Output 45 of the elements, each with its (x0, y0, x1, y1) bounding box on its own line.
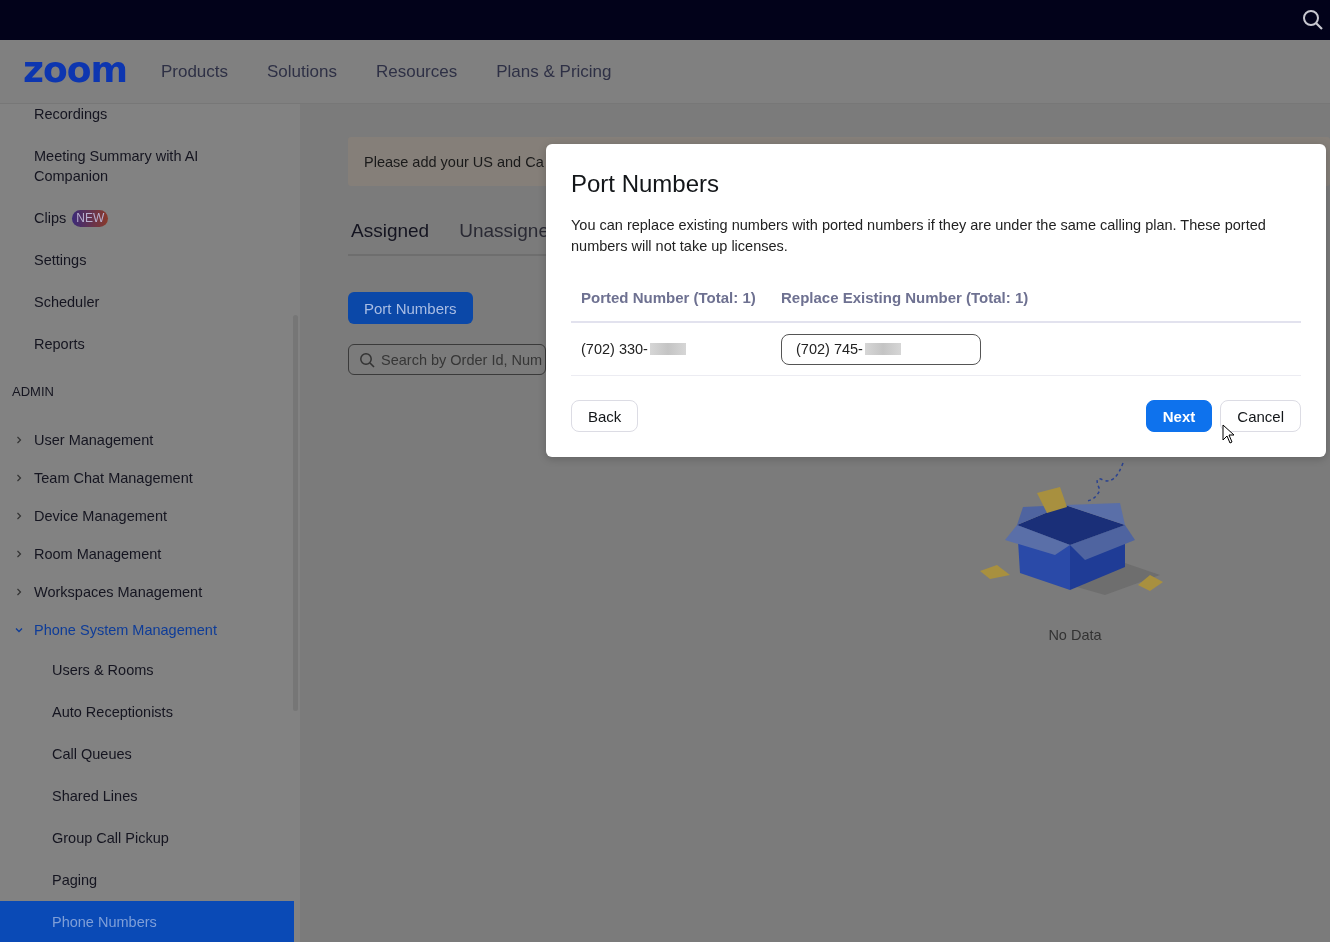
sidebar-group-label: Room Management (34, 545, 162, 564)
sidebar-item[interactable]: Settings (0, 239, 294, 281)
sidebar-item[interactable]: Auto Receptionists (0, 691, 294, 733)
sidebar-item[interactable]: Recordings (0, 104, 294, 135)
logo[interactable]: zoom (23, 51, 127, 88)
column-header: Replace Existing Number (Total: 1) (771, 277, 1301, 323)
new-badge: NEW (72, 209, 109, 227)
sidebar-group-label: Team Chat Management (34, 469, 193, 488)
sidebar-group[interactable]: Phone System Management (0, 611, 294, 649)
sidebar-item[interactable]: Shared Lines (0, 775, 294, 817)
sidebar-group-label: User Management (34, 431, 154, 450)
dialog-description: You can replace existing numbers with ported numbers if they are under the same calling plan. These ported numbers will not take up licenses. (571, 216, 1267, 256)
nav-link[interactable]: Products (160, 61, 229, 82)
sidebar-item[interactable]: Paging (0, 859, 294, 901)
sidebar-group[interactable]: Workspaces Management (0, 573, 294, 611)
sidebar-group[interactable]: Room Management (0, 535, 294, 573)
sidebar-group-label: Phone System Management (34, 621, 217, 640)
dialog-button[interactable]: Next (1145, 400, 1213, 432)
sidebar-item[interactable]: Phone Numbers (0, 901, 294, 942)
sidebar-group-label: Device Management (34, 507, 167, 526)
empty-message: No Data (1048, 627, 1102, 643)
sidebar-item[interactable]: Clips (34, 208, 67, 228)
sidebar-item[interactable]: Meeting Summary with AI Companion (0, 135, 294, 197)
dialog-button[interactable]: Back (571, 400, 639, 432)
sidebar-group-label: Workspaces Management (34, 583, 203, 602)
nav-link[interactable]: Resources (375, 61, 458, 82)
sidebar-item[interactable]: Reports (0, 323, 294, 365)
sidebar-item[interactable]: Scheduler (0, 281, 294, 323)
nav-link[interactable]: Plans & Pricing (496, 61, 612, 82)
sidebar-group[interactable]: User Management (0, 421, 294, 459)
dialog-button[interactable]: Cancel (1220, 400, 1301, 432)
search-field[interactable]: Search by Order Id, Num (348, 344, 546, 375)
table-cell: (702) 330- (581, 341, 648, 357)
sidebar-item[interactable]: Group Call Pickup (0, 817, 294, 859)
number-field[interactable]: (702) 745- (781, 333, 981, 365)
sidebar-item[interactable]: Users & Rooms (0, 649, 294, 691)
column-header: Ported Number (Total: 1) (571, 277, 771, 323)
nav-link[interactable]: Solutions (267, 61, 337, 82)
sidebar-group[interactable]: Device Management (0, 497, 294, 535)
sidebar-item[interactable]: Call Queues (0, 733, 294, 775)
section-heading: ADMIN (11, 383, 55, 401)
port-numbers-button[interactable]: Port Numbers (348, 292, 473, 324)
sidebar-group[interactable]: Team Chat Management (0, 459, 294, 497)
tab[interactable]: Assigned (351, 220, 430, 242)
tab[interactable]: Unassigne (459, 220, 549, 242)
